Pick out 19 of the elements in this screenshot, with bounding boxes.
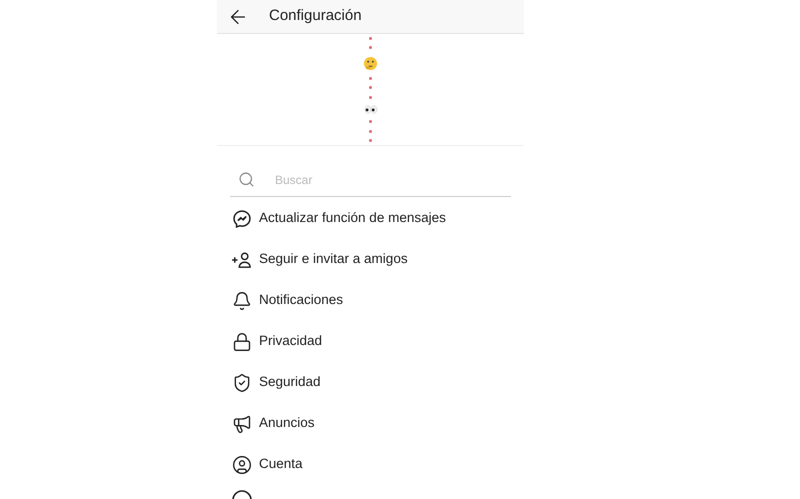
lock-icon <box>232 332 252 352</box>
bell-icon <box>232 290 252 310</box>
settings-item[interactable]: Seguir e invitar a amigos <box>217 239 524 280</box>
megaphone-icon <box>232 414 252 434</box>
settings-item[interactable]: Cuenta <box>217 444 524 485</box>
settings-item[interactable]: Actualizar función de mensajes <box>217 198 524 239</box>
add-person-icon <box>231 250 253 268</box>
settings-item[interactable]: Anuncios <box>217 403 524 444</box>
settings-item[interactable]: Notificaciones <box>217 280 524 321</box>
settings-item[interactable]: Privacidad <box>217 321 524 362</box>
search-icon <box>238 171 255 188</box>
settings-item[interactable]: Seguridad <box>217 362 524 403</box>
user-circle-icon <box>232 454 252 474</box>
shield-check-icon <box>232 372 252 392</box>
search-field[interactable]: Buscar <box>275 170 503 188</box>
screen-title: Configuración <box>269 6 362 26</box>
thinking-face-icon <box>363 56 378 71</box>
messenger-icon <box>232 208 252 228</box>
eyes-icon <box>364 104 378 114</box>
